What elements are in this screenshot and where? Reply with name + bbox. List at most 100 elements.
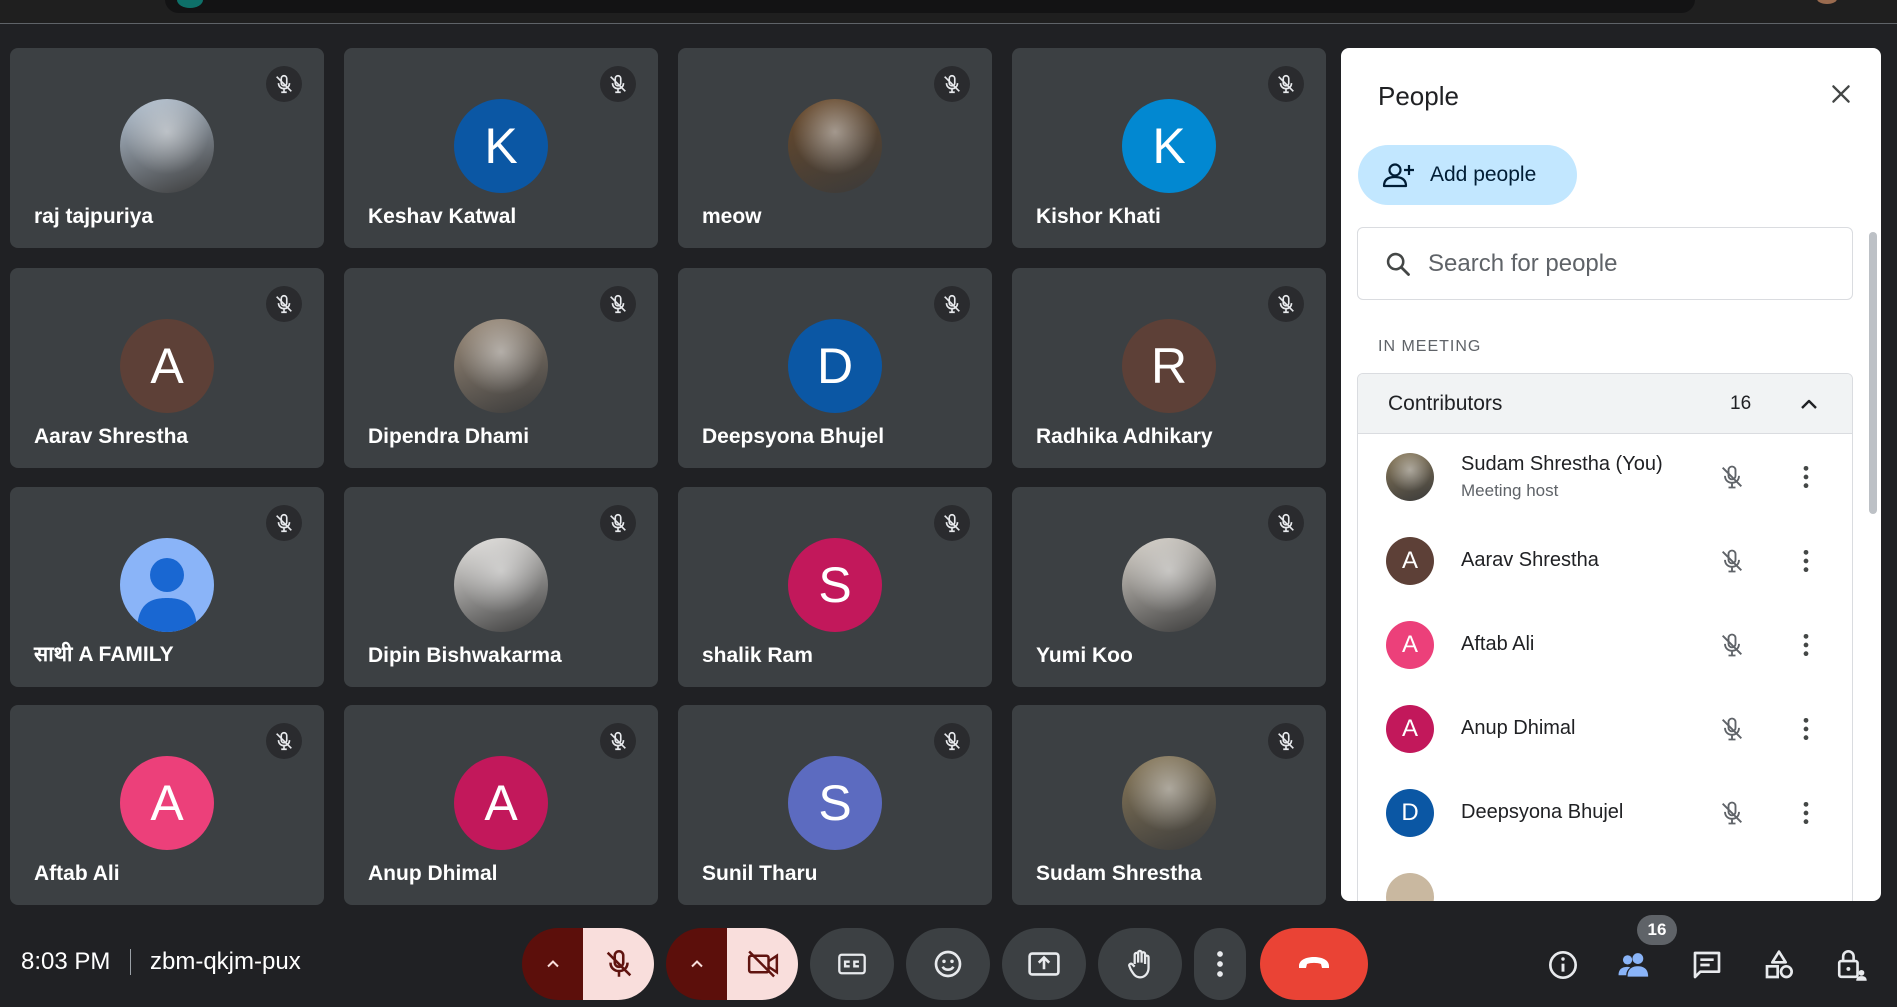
- mic-off-icon[interactable]: [1714, 459, 1750, 495]
- avatar-letter: A: [484, 775, 518, 831]
- captions-icon: [838, 953, 866, 975]
- avatar: A: [1386, 705, 1434, 753]
- avatar-letter: A: [150, 775, 184, 831]
- participant-row[interactable]: A Anup Dhimal: [1358, 687, 1852, 771]
- participant-tile[interactable]: D Deepsyona Bhujel: [678, 268, 992, 468]
- more-vert-icon[interactable]: [1788, 711, 1824, 747]
- chevron-up-icon: [546, 960, 559, 968]
- participant-tile[interactable]: K Kishor Khati: [1012, 48, 1326, 248]
- people-button[interactable]: [1612, 943, 1656, 987]
- mic-off-icon: [266, 66, 302, 102]
- avatar: K: [454, 99, 548, 193]
- reactions-button[interactable]: [906, 928, 990, 1000]
- mic-off-icon: [600, 286, 636, 322]
- leave-call-button[interactable]: [1260, 928, 1368, 1000]
- avatar-letter: R: [1150, 338, 1188, 394]
- participant-tile[interactable]: साथी A FAMILY: [10, 487, 324, 687]
- mic-off-icon: [600, 66, 636, 102]
- more-options-button[interactable]: [1194, 928, 1246, 1000]
- more-vert-icon[interactable]: [1788, 795, 1824, 831]
- contributors-header[interactable]: Contributors 16: [1358, 374, 1852, 434]
- present-screen-button[interactable]: [1002, 928, 1086, 1000]
- meeting-details-button[interactable]: [1541, 943, 1585, 987]
- participant-tile[interactable]: raj tajpuriya: [10, 48, 324, 248]
- participant-tile[interactable]: Sshalik Ram: [678, 487, 992, 687]
- participant-name: Deepsyona Bhujel: [702, 425, 885, 448]
- avatar-letter: A: [1401, 715, 1418, 742]
- participant-tile[interactable]: A Anup Dhimal: [344, 705, 658, 905]
- avatar: R: [1122, 319, 1216, 413]
- host-controls-button[interactable]: [1829, 943, 1873, 987]
- panel-title: People: [1378, 81, 1459, 111]
- video-options-button[interactable]: [666, 928, 727, 1000]
- people-panel: People Add people Search for people IN M…: [1341, 48, 1881, 901]
- avatar: D: [1386, 789, 1434, 837]
- participant-name: Dipin Bishwakarma: [368, 644, 562, 667]
- add-person-icon: [1382, 163, 1414, 188]
- profile-icon[interactable]: [1817, 0, 1837, 4]
- close-icon[interactable]: [1819, 72, 1863, 116]
- avatar: [1386, 453, 1434, 501]
- participant-tile[interactable]: A Aarav Shrestha: [10, 268, 324, 468]
- participant-tile[interactable]: K Keshav Katwal: [344, 48, 658, 248]
- mic-off-icon: [266, 286, 302, 322]
- participant-name: Sudam Shrestha (You): [1461, 453, 1663, 475]
- chevron-up-icon[interactable]: [1793, 388, 1825, 420]
- mic-off-icon: [1268, 505, 1304, 541]
- avatar-letter: A: [150, 338, 184, 394]
- participant-tile[interactable]: Dipendra Dhami: [344, 268, 658, 468]
- chat-button[interactable]: [1685, 943, 1729, 987]
- participant-tile[interactable]: Yumi Koo: [1012, 487, 1326, 687]
- mic-off-icon[interactable]: [1714, 711, 1750, 747]
- mic-off-icon: [266, 723, 302, 759]
- participant-row[interactable]: A Aarav Shrestha: [1358, 519, 1852, 603]
- participant-tile[interactable]: S Sunil Tharu: [678, 705, 992, 905]
- more-vert-icon[interactable]: [1788, 459, 1824, 495]
- avatar: [1122, 538, 1216, 632]
- address-bar[interactable]: [165, 0, 1695, 13]
- participant-name: Kishor Khati: [1036, 205, 1161, 228]
- avatar: [120, 99, 214, 193]
- avatar: [454, 319, 548, 413]
- captions-button[interactable]: [810, 928, 894, 1000]
- panel-scrollbar[interactable]: [1869, 232, 1877, 514]
- participant-tile[interactable]: Sudam Shrestha: [1012, 705, 1326, 905]
- activities-button[interactable]: [1757, 943, 1801, 987]
- participant-name: Aarav Shrestha: [34, 425, 189, 448]
- mic-off-icon: [1268, 66, 1304, 102]
- chat-icon: [1693, 951, 1721, 979]
- mic-off-icon: [934, 723, 970, 759]
- mic-off-icon: [934, 505, 970, 541]
- avatar-letter: A: [1401, 631, 1418, 658]
- avatar-letter: S: [818, 775, 852, 831]
- more-vert-icon[interactable]: [1788, 543, 1824, 579]
- participant-row[interactable]: A Aftab Ali: [1358, 603, 1852, 687]
- more-vert-icon[interactable]: [1788, 627, 1824, 663]
- shapes-icon: [1765, 950, 1793, 979]
- bottom-toolbar: 8:03 PM zbm-qkjm-pux 16: [0, 905, 1897, 1007]
- mic-off-icon[interactable]: [1714, 795, 1750, 831]
- mic-off-icon: [600, 505, 636, 541]
- participant-row[interactable]: D Deepsyona Bhujel: [1358, 771, 1852, 855]
- participant-row[interactable]: [1358, 855, 1852, 901]
- raise-hand-button[interactable]: [1098, 928, 1182, 1000]
- participant-tile[interactable]: R Radhika Adhikary: [1012, 268, 1326, 468]
- participant-tile[interactable]: A Aftab Ali: [10, 705, 324, 905]
- participant-name: Yumi Koo: [1036, 644, 1133, 667]
- audio-options-button[interactable]: [522, 928, 583, 1000]
- participant-tile[interactable]: meow: [678, 48, 992, 248]
- avatar: [1386, 873, 1434, 901]
- add-people-button[interactable]: Add people: [1358, 145, 1577, 205]
- microphone-toggle-button[interactable]: [583, 928, 654, 1000]
- camera-toggle-button[interactable]: [727, 928, 798, 1000]
- avatar: S: [788, 538, 882, 632]
- browser-top-strip: [0, 0, 1897, 24]
- participant-name: Anup Dhimal: [368, 862, 498, 885]
- avatar: K: [1122, 99, 1216, 193]
- mic-off-icon[interactable]: [1714, 543, 1750, 579]
- avatar: S: [788, 756, 882, 850]
- search-input[interactable]: Search for people: [1357, 227, 1853, 300]
- participant-row[interactable]: Sudam Shrestha (You) Meeting host: [1358, 435, 1852, 519]
- mic-off-icon[interactable]: [1714, 627, 1750, 663]
- participant-tile[interactable]: Dipin Bishwakarma: [344, 487, 658, 687]
